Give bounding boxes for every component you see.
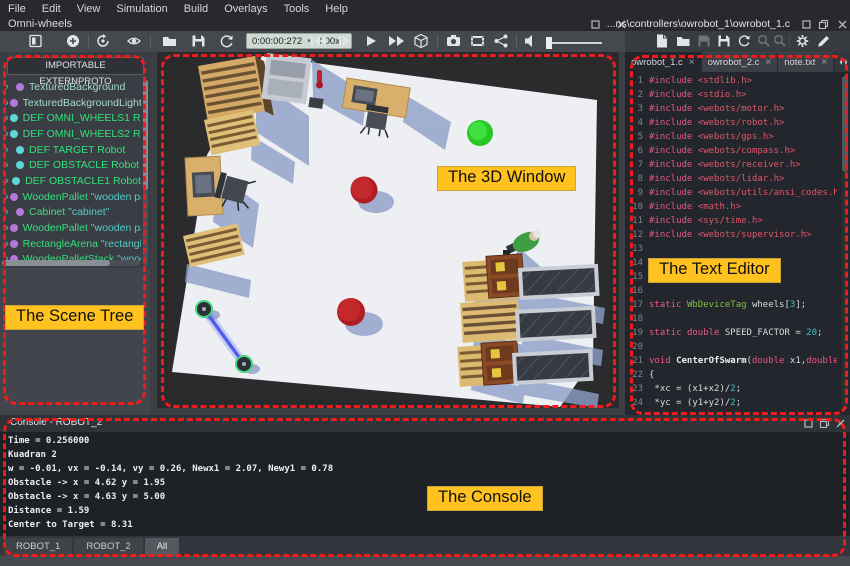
- label-scene-tree: The Scene Tree: [5, 305, 144, 330]
- save-as-icon[interactable]: [717, 34, 735, 49]
- label-text-editor: The Text Editor: [648, 258, 781, 283]
- menu-bar: File Edit View Simulation Build Overlays Tools…: [0, 0, 850, 17]
- new-file-icon[interactable]: [655, 34, 673, 49]
- titlebar-row: Omni-wheels ...ns\controllers\owrobot_1\…: [0, 17, 850, 31]
- annotation-box-scene-tree: [3, 55, 146, 405]
- screenshot-camera-icon[interactable]: [446, 34, 464, 49]
- rendering-cube-icon[interactable]: [414, 34, 432, 49]
- reload-world-icon[interactable]: [219, 34, 237, 49]
- play-icon[interactable]: [364, 34, 382, 49]
- editor-close-icon[interactable]: [837, 19, 848, 30]
- menu-tools[interactable]: Tools: [284, 3, 310, 15]
- speaker-icon[interactable]: [524, 34, 542, 49]
- webots-window: File Edit View Simulation Build Overlays Tools…: [0, 0, 850, 566]
- menu-file[interactable]: File: [8, 3, 26, 15]
- gear-icon[interactable]: [795, 34, 813, 49]
- view-eye-icon[interactable]: [127, 34, 145, 49]
- volume-slider[interactable]: [544, 36, 604, 48]
- annotation-box-text-editor: [630, 55, 848, 415]
- save-world-icon[interactable]: [191, 34, 209, 49]
- status-strip: [0, 556, 850, 566]
- annotation-box-console: [3, 418, 846, 557]
- menu-edit[interactable]: Edit: [42, 3, 61, 15]
- menu-overlays[interactable]: Overlays: [224, 3, 267, 15]
- main-toolbar: 0:00:00:272 ▾ 0.00x: [0, 31, 850, 52]
- movie-record-icon[interactable]: [470, 34, 488, 49]
- reset-simulation-icon[interactable]: [96, 34, 114, 49]
- menu-view[interactable]: View: [77, 3, 101, 15]
- editor-minimize-icon[interactable]: [801, 19, 812, 30]
- world-name: Omni-wheels: [8, 18, 72, 30]
- rewind-icon[interactable]: [310, 34, 328, 49]
- add-node-icon[interactable]: [66, 34, 84, 49]
- label-console: The Console: [427, 486, 543, 511]
- simulation-time-field[interactable]: 0:00:00:272 ▾ 0.00x: [246, 33, 352, 49]
- step-icon[interactable]: [338, 34, 356, 49]
- simulation-time: 0:00:00:272: [247, 36, 302, 47]
- revert-file-icon[interactable]: [737, 34, 755, 49]
- share-icon[interactable]: [494, 34, 512, 49]
- label-3d-window: The 3D Window: [437, 166, 576, 191]
- menu-simulation[interactable]: Simulation: [116, 3, 167, 15]
- open-file-icon[interactable]: [676, 34, 694, 49]
- menu-help[interactable]: Help: [325, 3, 348, 15]
- fast-forward-icon[interactable]: [388, 34, 406, 49]
- pencil-icon[interactable]: [816, 34, 834, 49]
- menu-build[interactable]: Build: [184, 3, 208, 15]
- open-world-icon[interactable]: [162, 34, 180, 49]
- editor-pane-title: ...ns\controllers\owrobot_1\owrobot_1.c: [600, 18, 790, 30]
- editor-float-icon[interactable]: [818, 19, 829, 30]
- annotation-box-3d-window: [161, 54, 616, 408]
- panel-toggle-icon[interactable]: [28, 34, 46, 49]
- save-file-icon-disabled: [697, 34, 715, 49]
